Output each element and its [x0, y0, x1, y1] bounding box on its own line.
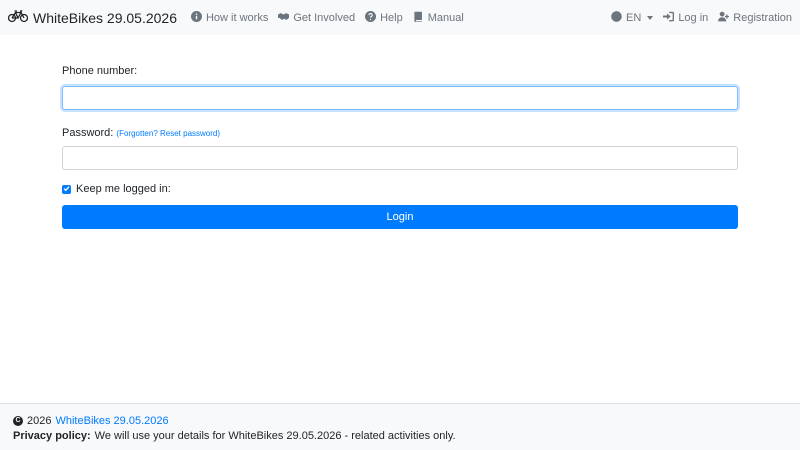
brand-title: WhiteBikes 29.05.2026: [33, 9, 177, 26]
keep-logged-in-label: Keep me logged in:: [76, 183, 171, 195]
keep-logged-in-row: Keep me logged in:: [62, 182, 738, 196]
login-button[interactable]: Login: [62, 205, 738, 229]
navbar-right: EN Log in Registration: [601, 10, 792, 25]
footer-site-link[interactable]: WhiteBikes 29.05.2026: [55, 415, 168, 427]
language-label: EN: [626, 11, 642, 24]
sign-in-icon: [663, 11, 675, 25]
footer-year: 2026: [27, 414, 52, 427]
reset-password-link[interactable]: (Forgotten? Reset password): [116, 129, 220, 138]
copyright-icon: C: [13, 415, 23, 426]
nav-get-involved-label: Get Involved: [293, 11, 356, 24]
login-form: Phone number: Password: (Forgotten? Rese…: [62, 64, 738, 229]
nav-help-label: Help: [380, 11, 403, 24]
nav-manual[interactable]: Manual: [413, 11, 464, 25]
nav-how-it-works[interactable]: How it works: [190, 10, 269, 25]
footer-copyright-line: C 2026 WhiteBikes 29.05.2026: [13, 413, 787, 428]
navbar: WhiteBikes 29.05.2026 How it works Get I…: [0, 0, 800, 35]
password-label: Password:: [62, 127, 114, 139]
nav-how-it-works-label: How it works: [205, 11, 269, 24]
language-dropdown[interactable]: EN: [611, 10, 654, 25]
privacy-policy-text: We will use your details for WhiteBikes …: [94, 429, 456, 442]
question-circle-icon: [365, 10, 377, 25]
handshake-icon: [278, 11, 290, 25]
globe-icon: [611, 10, 622, 25]
check-icon: [63, 183, 70, 195]
password-label-row: Password: (Forgotten? Reset password): [62, 126, 738, 140]
chevron-down-icon: [647, 15, 654, 20]
brand-link[interactable]: WhiteBikes 29.05.2026: [7, 9, 177, 26]
user-plus-icon: [718, 11, 730, 25]
nav-registration-label: Registration: [733, 11, 792, 24]
nav-manual-label: Manual: [427, 11, 464, 24]
info-circle-icon: [190, 10, 202, 25]
phone-label: Phone number:: [62, 65, 138, 77]
phone-input[interactable]: [62, 86, 738, 110]
footer: C 2026 WhiteBikes 29.05.2026 Privacy pol…: [0, 403, 800, 450]
bicycle-icon: [7, 9, 29, 26]
nav-login-label: Log in: [678, 11, 709, 24]
nav-login[interactable]: Log in: [663, 11, 708, 25]
nav-help[interactable]: Help: [365, 10, 403, 25]
nav-get-involved[interactable]: Get Involved: [278, 11, 355, 25]
footer-privacy-line: Privacy policy: We will use your details…: [13, 428, 787, 443]
privacy-policy-label: Privacy policy:: [13, 429, 91, 442]
password-input[interactable]: [62, 146, 738, 170]
book-icon: [413, 11, 424, 25]
keep-logged-in-checkbox[interactable]: [62, 183, 71, 195]
nav-registration[interactable]: Registration: [718, 11, 792, 25]
